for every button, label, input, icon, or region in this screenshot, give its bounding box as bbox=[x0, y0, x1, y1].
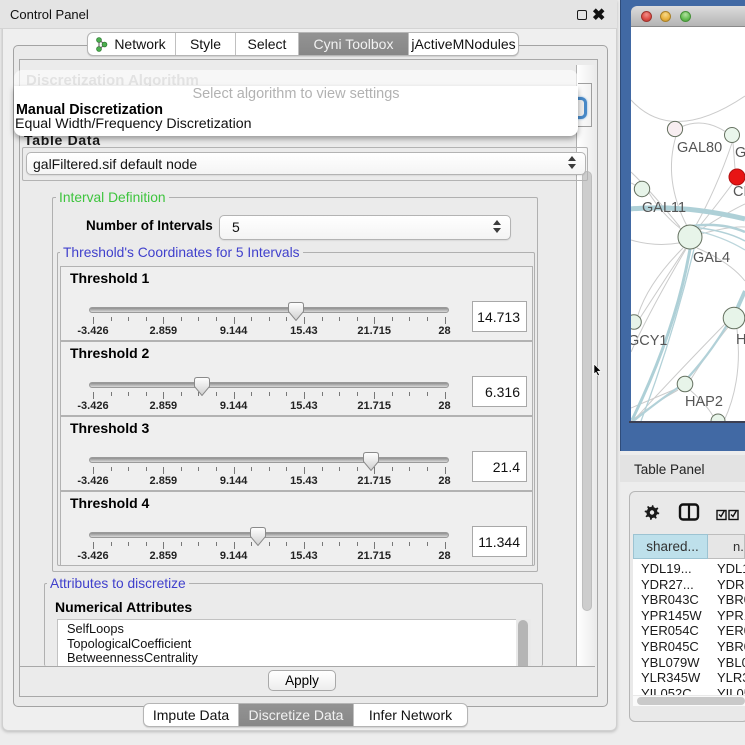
svg-text:CMK1: CMK1 bbox=[733, 184, 745, 200]
svg-text:GAL4: GAL4 bbox=[693, 250, 730, 266]
svg-text:GAL11: GAL11 bbox=[642, 200, 686, 216]
svg-text:GCY1: GCY1 bbox=[631, 333, 668, 349]
svg-text:HAP2: HAP2 bbox=[685, 394, 723, 410]
svg-text:GAL3: GAL3 bbox=[735, 145, 745, 161]
svg-text:GAL80: GAL80 bbox=[677, 140, 722, 156]
svg-text:H: H bbox=[736, 332, 745, 348]
